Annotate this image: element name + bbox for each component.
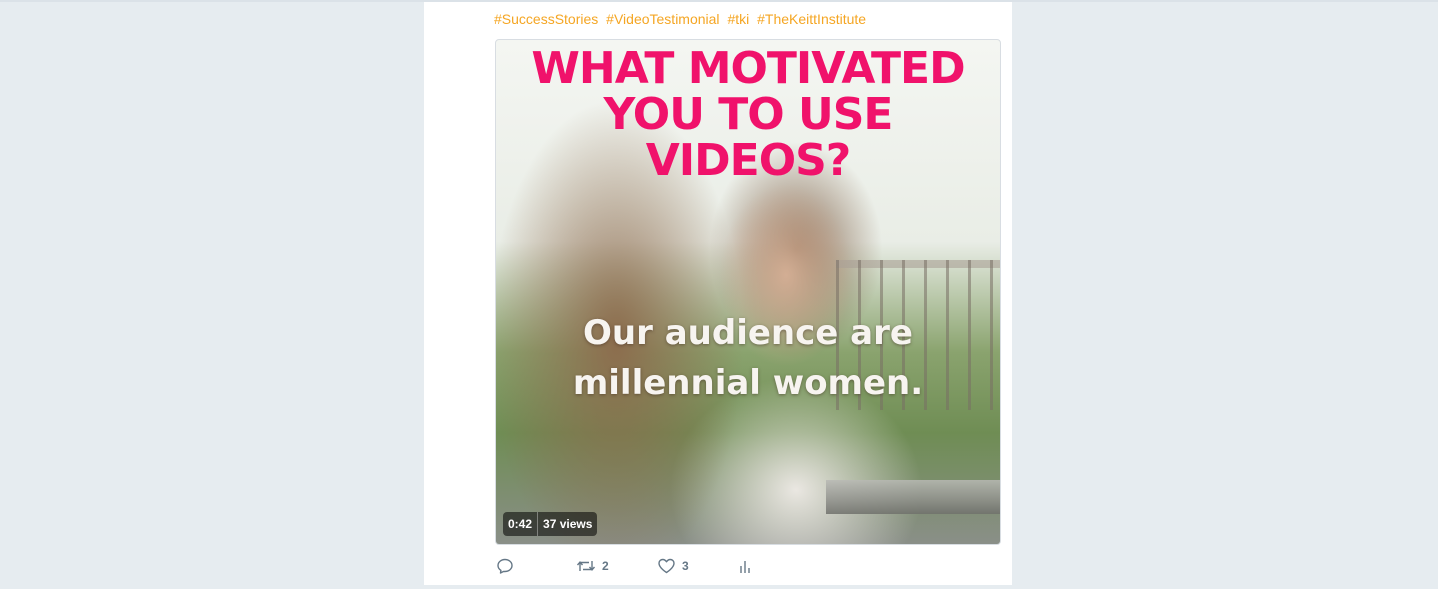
video-view-count: 37 views [543,517,593,531]
video-background-rail [826,480,1000,514]
video-duration: 0:42 [508,517,533,531]
analytics-button[interactable] [738,557,754,575]
hashtag-link[interactable]: #tki [727,11,749,27]
tweet-actions: 2 3 [496,557,796,577]
video-caption-line: Our audience are [583,313,913,353]
tweet-hashtags: #SuccessStories #VideoTestimonial #tki #… [494,11,870,27]
hashtag-link[interactable]: #SuccessStories [494,11,598,27]
retweet-icon [576,557,596,575]
hashtag-link[interactable]: #TheKeittInstitute [757,11,866,27]
heart-icon [657,557,676,575]
retweet-button[interactable]: 2 [576,557,609,575]
reply-button[interactable] [496,557,514,575]
video-player[interactable]: WHAT MOTIVATED YOU TO USE VIDEOS? Our au… [495,39,1001,545]
retweet-count: 2 [602,559,609,573]
hashtag-link[interactable]: #VideoTestimonial [606,11,719,27]
tweet-card: #SuccessStories #VideoTestimonial #tki #… [424,2,1012,585]
tweet-card-divider [424,585,1012,586]
video-caption-line: millennial women. [572,363,924,403]
video-headline-line: WHAT MOTIVATED [531,43,965,94]
video-info-badge: 0:42 37 views [503,512,598,536]
like-button[interactable]: 3 [657,557,689,575]
like-count: 3 [682,559,689,573]
analytics-icon [738,557,754,575]
video-headline: WHAT MOTIVATED YOU TO USE VIDEOS? [496,46,1000,184]
video-caption: Our audience are millennial women. [496,308,1000,408]
reply-icon [496,557,514,575]
video-headline-line: YOU TO USE [603,89,894,140]
video-headline-line: VIDEOS? [645,135,852,186]
